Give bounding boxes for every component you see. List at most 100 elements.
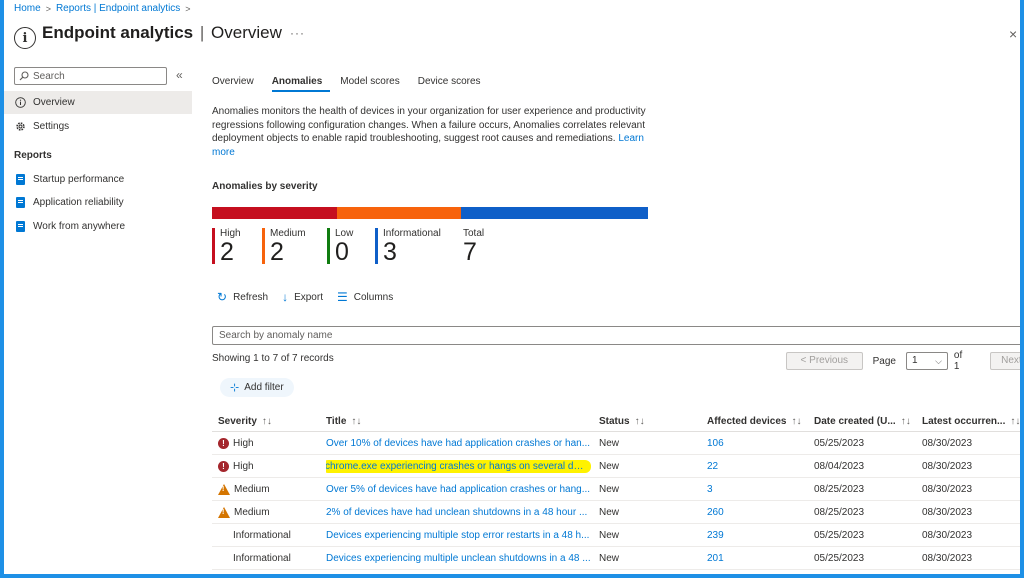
chevron-down-icon: ⌵	[935, 356, 942, 366]
severity-stat-medium: Medium 2	[262, 228, 306, 265]
record-count: Showing 1 to 7 of 7 records	[212, 353, 334, 364]
title-cell: Devices experiencing multiple stop error…	[326, 524, 591, 546]
latest-occurrence-cell: 08/30/2023	[922, 437, 973, 449]
anomaly-title-link[interactable]: chrome.exe experiencing crashes or hangs…	[326, 459, 591, 473]
anomaly-title-link[interactable]: Over 5% of devices have had application …	[326, 484, 591, 495]
add-filter-icon: ⊹	[230, 382, 240, 394]
status-cell: New	[599, 506, 620, 518]
column-header-date-created[interactable]: Date created (U... ↑↓	[814, 411, 914, 431]
date-created-cell: 05/25/2023	[814, 437, 865, 449]
severity-bar-high	[212, 207, 337, 219]
export-button[interactable]: ↓ Export	[282, 290, 323, 304]
date-created-cell: 08/25/2023	[814, 506, 865, 518]
severity-stat-high: High 2	[212, 228, 241, 265]
status-cell: New	[599, 529, 620, 541]
main-content: Overview Anomalies Model scores Device s…	[212, 62, 1020, 574]
column-header-label: Status	[599, 415, 630, 427]
latest-occurrence-cell: 08/30/2023	[922, 460, 973, 472]
toolbar: ↻ Refresh ↓ Export ☰ Columns	[217, 290, 393, 304]
page-title-separator: |	[199, 23, 205, 42]
severity-cell: ! High	[218, 455, 318, 477]
table-row[interactable]: Informational Devices experiencing multip…	[212, 524, 1020, 547]
sidebar-item-startup-performance[interactable]: Startup performance	[4, 168, 192, 191]
sidebar-search-input[interactable]: Search	[14, 67, 167, 85]
affected-devices-link[interactable]: 260	[707, 507, 724, 518]
anomaly-title-link[interactable]: 2% of devices have had unclean shutdowns…	[326, 507, 591, 518]
no-icon	[218, 553, 229, 564]
table-row[interactable]: ! Medium 2% of devices have had unclean sh…	[212, 501, 1020, 524]
no-icon	[218, 530, 229, 541]
sort-icon: ↑↓	[791, 415, 802, 427]
affected-devices-link[interactable]: 106	[707, 438, 724, 449]
column-header-status[interactable]: Status ↑↓	[599, 411, 699, 431]
gear-icon	[14, 121, 26, 133]
sidebar-item-overview[interactable]: Overview	[4, 91, 192, 114]
anomaly-title-link[interactable]: Devices experiencing multiple unclean sh…	[326, 553, 591, 564]
affected-devices-link[interactable]: 3	[707, 484, 713, 495]
anomaly-search-input[interactable]: Search by anomaly name	[212, 326, 1020, 345]
sidebar-search-placeholder: Search	[33, 70, 65, 82]
severity-stat-total: Total 7	[463, 228, 484, 266]
breadcrumb-reports[interactable]: Reports | Endpoint analytics	[56, 3, 180, 14]
sidebar-item-settings[interactable]: Settings	[4, 115, 192, 138]
sidebar-item-application-reliability[interactable]: Application reliability	[4, 191, 192, 214]
sort-icon: ↑↓	[900, 415, 911, 427]
page-of-label: of 1	[953, 350, 963, 372]
breadcrumb-home[interactable]: Home	[14, 3, 41, 14]
affected-devices-cell: 22	[707, 455, 807, 477]
latest-occurrence-cell: 08/30/2023	[922, 506, 973, 518]
collapse-sidebar-button[interactable]: «	[176, 68, 183, 82]
affected-devices-link[interactable]: 201	[707, 553, 724, 564]
report-icon	[14, 174, 26, 186]
refresh-label: Refresh	[233, 291, 269, 303]
severity-label: Medium	[234, 483, 270, 495]
page-select-value: 1	[911, 355, 918, 366]
latest-occurrence-cell: 08/30/2023	[922, 483, 973, 495]
tab-model-scores[interactable]: Model scores	[340, 76, 407, 92]
page-label: Page	[872, 355, 896, 367]
column-header-severity[interactable]: Severity ↑↓	[218, 411, 318, 431]
page-select[interactable]: 1 ⌵	[905, 352, 948, 370]
anomaly-title-link[interactable]: Devices experiencing multiple stop error…	[326, 530, 591, 541]
next-page-button[interactable]: Next >	[989, 352, 1020, 370]
table-row[interactable]: Informational Devices experiencing multip…	[212, 547, 1020, 570]
tab-bar: Overview Anomalies Model scores Device s…	[212, 76, 499, 92]
severity-cell: ! High	[218, 432, 318, 454]
error-icon: !	[218, 460, 229, 472]
tab-anomalies[interactable]: Anomalies	[271, 76, 331, 92]
error-icon: !	[218, 437, 229, 449]
affected-devices-link[interactable]: 22	[707, 461, 718, 472]
info-icon	[14, 97, 26, 109]
more-options-button[interactable]: ···	[290, 26, 305, 40]
affected-devices-cell: 260	[707, 501, 807, 523]
table-header-row: Severity ↑↓ Title ↑↓ Status ↑↓ Affected dev…	[212, 411, 1020, 432]
columns-button[interactable]: ☰ Columns	[337, 290, 393, 304]
date-created-cell: 08/25/2023	[814, 483, 865, 495]
reports-heading: Reports	[14, 150, 52, 161]
severity-cell: Informational	[218, 524, 318, 546]
sidebar-item-work-from-anywhere[interactable]: Work from anywhere	[4, 215, 192, 238]
column-header-label: Affected devices	[707, 415, 787, 427]
latest-occurrence-cell: 08/30/2023	[922, 529, 973, 541]
close-button[interactable]: ×	[1009, 26, 1017, 42]
table-row[interactable]: ! Medium Over 5% of devices have had appli…	[212, 478, 1020, 501]
anomaly-title-link[interactable]: Over 10% of devices have had application…	[326, 438, 591, 449]
column-header-title[interactable]: Title ↑↓	[326, 411, 591, 431]
affected-devices-cell: 201	[707, 547, 807, 569]
previous-page-button[interactable]: < Previous	[786, 352, 863, 370]
column-header-label: Severity	[218, 415, 257, 427]
column-header-affected-devices[interactable]: Affected devices ↑↓	[707, 411, 807, 431]
severity-label: High	[233, 437, 254, 449]
add-filter-button[interactable]: ⊹ Add filter	[220, 378, 294, 397]
download-icon: ↓	[282, 290, 289, 304]
pagination: < Previous Page 1 ⌵ of 1 Next >	[786, 350, 1020, 372]
tab-overview[interactable]: Overview	[212, 76, 262, 92]
table-row[interactable]: ! High Over 10% of devices have had applic…	[212, 432, 1020, 455]
column-header-latest-occurrence[interactable]: Latest occurren... ↑↓	[922, 411, 1020, 431]
table-row[interactable]: ! High chrome.exe experiencing crashes or …	[212, 455, 1020, 478]
stat-value: 7	[463, 238, 477, 266]
affected-devices-link[interactable]: 239	[707, 530, 724, 541]
tab-device-scores[interactable]: Device scores	[418, 76, 489, 92]
refresh-button[interactable]: ↻ Refresh	[217, 290, 268, 304]
columns-label: Columns	[353, 291, 394, 303]
